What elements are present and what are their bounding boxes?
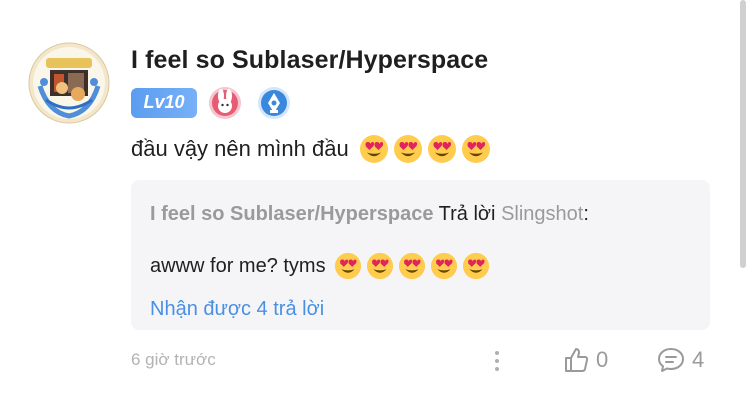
heart-eyes-emoji-icon xyxy=(462,252,489,280)
thumbs-up-icon xyxy=(565,348,589,372)
heart-eyes-emoji-icon xyxy=(461,135,490,163)
heart-eyes-emoji-icon xyxy=(366,252,393,280)
reply-separator: : xyxy=(583,203,589,225)
pen-medal-icon[interactable] xyxy=(257,86,291,120)
more-options-icon[interactable] xyxy=(487,348,507,374)
like-button[interactable]: 0 xyxy=(562,344,608,376)
reply-text: awww for me? tyms xyxy=(150,252,494,280)
reply-preview[interactable]: I feel so Sublaser/Hyperspace Trả lời Sl… xyxy=(131,180,710,330)
view-replies-link[interactable]: Nhận được 4 trả lời xyxy=(150,298,324,321)
reply-author[interactable]: I feel so Sublaser/Hyperspace xyxy=(150,203,433,225)
heart-eyes-emoji-icon xyxy=(359,135,388,163)
reply-button[interactable]: 4 xyxy=(656,344,704,376)
heart-eyes-emoji-icon xyxy=(398,252,425,280)
comment-text: đầu vậy nên mình đầu xyxy=(131,134,495,164)
user-avatar[interactable] xyxy=(28,42,110,124)
scrollbar[interactable] xyxy=(740,0,746,268)
comment-emoji-row xyxy=(359,134,495,164)
bunny-medal-icon[interactable] xyxy=(208,86,242,120)
comment-username[interactable]: I feel so Sublaser/Hyperspace xyxy=(131,46,488,75)
heart-eyes-emoji-icon xyxy=(427,135,456,163)
user-badges: Lv10 xyxy=(131,86,291,120)
heart-eyes-emoji-icon xyxy=(393,135,422,163)
like-count: 0 xyxy=(596,347,609,372)
reply-count: 4 xyxy=(692,347,705,372)
heart-eyes-emoji-icon xyxy=(430,252,457,280)
comment-text-body: đầu vậy nên mình đầu xyxy=(131,136,349,161)
heart-eyes-emoji-icon xyxy=(334,252,361,280)
level-badge: Lv10 xyxy=(131,87,197,118)
comment-card: I feel so Sublaser/Hyperspace Lv10 đầu v… xyxy=(0,0,750,396)
comment-timestamp: 6 giờ trước xyxy=(131,350,216,369)
reply-emoji-row xyxy=(334,252,494,280)
reply-text-body: awww for me? tyms xyxy=(150,254,326,277)
reply-header: I feel so Sublaser/Hyperspace Trả lời Sl… xyxy=(150,203,589,226)
comment-bubble-icon xyxy=(658,348,684,372)
reply-action: Trả lời xyxy=(438,203,496,225)
reply-target[interactable]: Slingshot xyxy=(501,203,583,225)
